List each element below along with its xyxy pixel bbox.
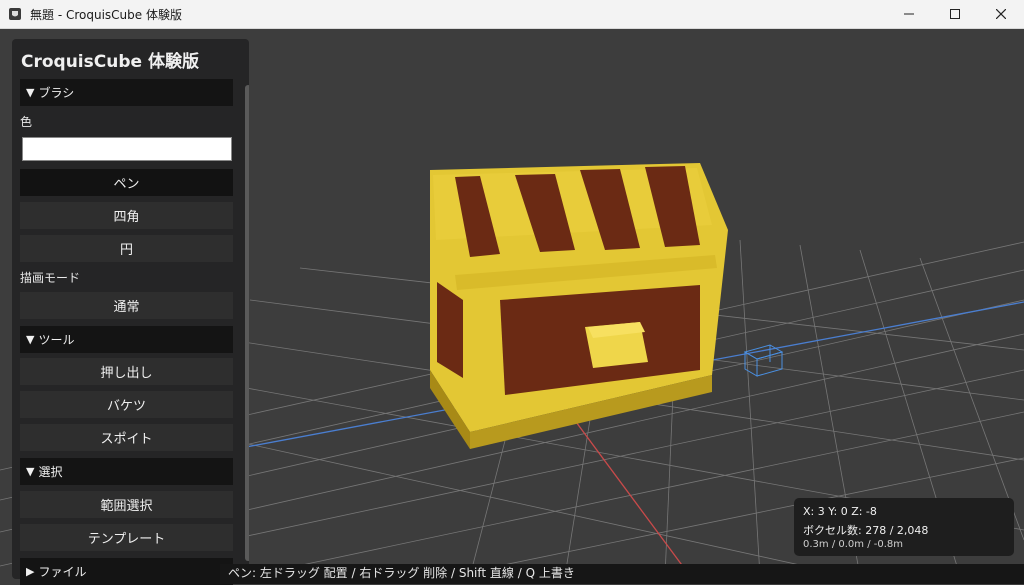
collapsed-triangle-icon: ▶ (26, 565, 35, 578)
section-file[interactable]: ▶ ファイル (20, 558, 233, 585)
minimize-button[interactable] (886, 0, 932, 28)
cursor-coordinates: X: 3 Y: 0 Z: -8 (803, 505, 877, 518)
bucket-button[interactable]: バケツ (20, 391, 233, 418)
template-button[interactable]: テンプレート (20, 524, 233, 551)
section-brush[interactable]: ▼ ブラシ (20, 79, 233, 106)
section-brush-label: ブラシ (38, 86, 75, 100)
color-swatch[interactable] (22, 137, 232, 161)
maximize-button[interactable] (932, 0, 978, 28)
expanded-triangle-icon: ▼ (26, 86, 35, 99)
draw-mode-button[interactable]: 通常 (20, 292, 233, 319)
voxel-count: ボクセル数: 278 / 2,048 (803, 524, 929, 537)
minimize-icon (904, 13, 914, 15)
title-bar: 無題 - CroquisCube 体験版 (0, 0, 1024, 29)
status-overlay: X: 3 Y: 0 Z: -8 ボクセル数: 278 / 2,048 0.3m … (794, 498, 1014, 556)
maximize-icon (950, 9, 960, 19)
panel-title: CroquisCube 体験版 (21, 52, 199, 72)
panel-scrollbar[interactable] (245, 85, 249, 561)
section-file-label: ファイル (38, 565, 87, 579)
section-select-label: 選択 (38, 465, 63, 479)
close-icon (996, 9, 1006, 19)
expanded-triangle-icon: ▼ (26, 465, 35, 478)
close-button[interactable] (978, 0, 1024, 28)
pen-button[interactable]: ペン (20, 169, 233, 196)
hint-bar: ペン: 左ドラッグ 配置 / 右ドラッグ 削除 / Shift 直線 / Q 上… (220, 564, 1024, 584)
extrude-button[interactable]: 押し出し (20, 358, 233, 385)
expanded-triangle-icon: ▼ (26, 333, 35, 346)
circle-button[interactable]: 円 (20, 235, 233, 262)
window-title: 無題 - CroquisCube 体験版 (30, 7, 182, 22)
color-label: 色 (20, 115, 33, 129)
range-select-button[interactable]: 範囲選択 (20, 491, 233, 518)
section-tools[interactable]: ▼ ツール (20, 326, 233, 353)
section-select[interactable]: ▼ 選択 (20, 458, 233, 485)
section-tools-label: ツール (38, 333, 75, 347)
eyedropper-button[interactable]: スポイト (20, 424, 233, 451)
draw-mode-label: 描画モード (20, 271, 81, 285)
meter-position: 0.3m / 0.0m / -0.8m (803, 539, 903, 550)
rect-button[interactable]: 四角 (20, 202, 233, 229)
app-icon (9, 8, 21, 20)
